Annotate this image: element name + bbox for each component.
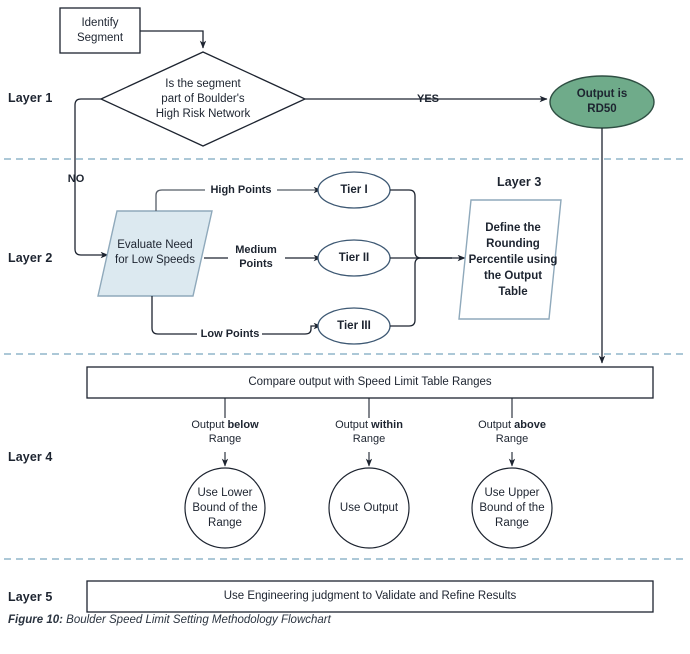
figure-caption-text: Boulder Speed Limit Setting Methodology … (62, 614, 331, 626)
output-within-bold: within (371, 419, 403, 431)
layer-3-label: Layer 3 (497, 175, 542, 189)
engineering-judgment-label: Use Engineering judgment to Validate and… (223, 590, 517, 602)
evaluate-parallelogram (97, 210, 213, 297)
edge-label-medium-points: Medium Points (235, 244, 277, 270)
output-within-pre: Output (335, 419, 372, 431)
edge-identify-to-decision (140, 30, 207, 49)
edge-label-output-below: Output below Range (175, 418, 275, 446)
output-rd50-ellipse (549, 75, 655, 129)
use-output-circle (328, 467, 410, 549)
flowchart-canvas (4, 7, 686, 613)
use-upper-bound-circle (471, 467, 553, 549)
output-above-post: Range (495, 433, 529, 445)
edge-label-yes: YES (416, 93, 439, 105)
edge-tier3-to-define (390, 257, 452, 327)
tier-2-ellipse (317, 239, 391, 277)
output-below-post: Range (208, 433, 242, 445)
figure-caption-lead: Figure 10: (8, 614, 63, 626)
figure-caption: Figure 10: Boulder Speed Limit Setting M… (8, 614, 331, 626)
layer-2-label: Layer 2 (8, 251, 53, 265)
compare-output-label: Compare output with Speed Limit Table Ra… (248, 376, 492, 388)
output-above-pre: Output (478, 419, 515, 431)
edge-label-high-points: High Points (210, 184, 272, 196)
tier-1-ellipse (317, 171, 391, 209)
edge-tier1-to-define (390, 189, 452, 259)
output-below-bold: below (227, 419, 259, 431)
edge-low-points-to-tier3 (262, 322, 322, 335)
layer-4-label: Layer 4 (8, 450, 53, 464)
edge-label-output-within: Output within Range (319, 418, 419, 446)
edge-label-no: NO (67, 173, 85, 185)
use-lower-bound-circle (184, 467, 266, 549)
identify-segment-box (59, 7, 141, 54)
edge-label-low-points: Low Points (200, 328, 260, 340)
output-within-post: Range (352, 433, 386, 445)
output-below-pre: Output (191, 419, 228, 431)
decision-diamond (99, 51, 307, 147)
output-above-bold: above (514, 419, 546, 431)
layer-5-label: Layer 5 (8, 590, 53, 604)
flowchart-figure: Layer 1 Layer 2 Layer 3 Layer 4 Layer 5 … (0, 0, 690, 654)
edge-evaluate-to-low-points (151, 296, 197, 335)
tier-3-ellipse (317, 307, 391, 345)
edge-evaluate-to-high-points (155, 189, 205, 211)
edge-label-output-above: Output above Range (462, 418, 562, 446)
layer-1-label: Layer 1 (8, 91, 53, 105)
define-rounding-parallelogram (458, 199, 562, 320)
